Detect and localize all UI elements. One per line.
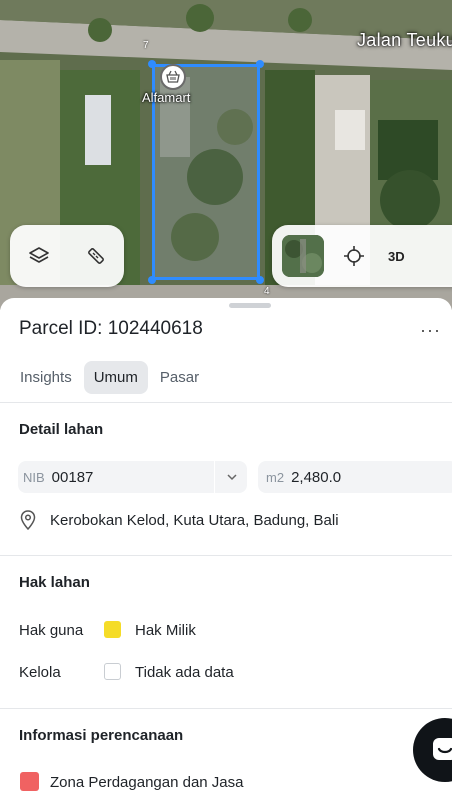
field-separator — [214, 461, 215, 493]
section-title-informasi-perencanaan: Informasi perencanaan — [19, 727, 184, 744]
parcel-title: Parcel ID: 102440618 — [19, 318, 203, 339]
chat-support-button[interactable] — [413, 718, 452, 782]
parcel-vertex[interactable] — [148, 276, 156, 284]
parcel-vertex[interactable] — [256, 276, 264, 284]
satellite-thumbnail — [282, 235, 324, 277]
divider — [0, 708, 452, 709]
section-title-hak-lahan: Hak lahan — [19, 574, 90, 591]
chat-icon — [433, 738, 452, 760]
street-label: Jalan Teuku — [356, 30, 452, 50]
parcel-vertex[interactable] — [148, 60, 156, 68]
measure-button[interactable] — [85, 245, 107, 267]
satellite-thumbnail-button[interactable] — [282, 235, 324, 277]
kelola-color-swatch — [104, 663, 121, 680]
zone-color-swatch — [20, 772, 39, 791]
nib-select[interactable]: NIB 00187 — [18, 461, 247, 493]
layers-button[interactable] — [28, 245, 50, 267]
location-pin-icon — [20, 510, 36, 530]
store-poi-marker[interactable] — [160, 64, 186, 90]
layers-icon — [28, 247, 49, 263]
parcel-edge-label: 4 — [264, 286, 270, 297]
tab-umum[interactable]: Umum — [83, 361, 148, 394]
parcel-vertex[interactable] — [256, 60, 264, 68]
zone-label: Zona Perdagangan dan Jasa — [50, 774, 244, 791]
basket-icon — [166, 70, 180, 83]
area-field[interactable]: m2 2,480.0 — [258, 461, 452, 493]
nib-value: 00187 — [51, 468, 94, 486]
crosshair-icon — [344, 246, 364, 266]
chevron-down-icon — [227, 474, 237, 481]
ruler-icon — [87, 248, 104, 264]
poi-label: Alfamart — [142, 90, 191, 105]
3d-view-button[interactable]: 3D — [388, 249, 405, 264]
parcel-edge-label: 7 — [143, 40, 149, 51]
map-tools-toolbar — [10, 225, 124, 287]
kelola-label: Kelola — [19, 664, 61, 681]
more-options-button[interactable]: ··· — [420, 320, 441, 341]
address-row: Kerobokan Kelod, Kuta Utara, Badung, Bal… — [20, 510, 339, 530]
kelola-value: Tidak ada data — [135, 664, 234, 681]
section-title-detail-lahan: Detail lahan — [19, 421, 104, 438]
tab-insights[interactable]: Insights — [10, 361, 82, 394]
area-unit: m2 — [266, 469, 285, 485]
hak-guna-value: Hak Milik — [135, 622, 196, 639]
map-view[interactable]: Jalan Teuku 7 4 Alfamart 3D — [0, 0, 452, 310]
address-text: Kerobokan Kelod, Kuta Utara, Badung, Bal… — [50, 511, 339, 529]
map-view-toolbar: 3D — [272, 225, 452, 287]
locate-button[interactable] — [344, 246, 364, 266]
divider — [0, 402, 452, 403]
tab-pasar[interactable]: Pasar — [150, 361, 209, 394]
hak-guna-color-swatch — [104, 621, 121, 638]
area-value: 2,480.0 — [291, 468, 342, 486]
sheet-drag-handle[interactable] — [229, 303, 271, 308]
divider — [0, 555, 452, 556]
nib-prefix: NIB — [23, 469, 45, 485]
hak-guna-label: Hak guna — [19, 622, 84, 639]
tab-bar: Insights Umum Pasar — [10, 361, 211, 394]
parcel-details-sheet: Parcel ID: 102440618 ··· Insights Umum P… — [0, 298, 452, 804]
